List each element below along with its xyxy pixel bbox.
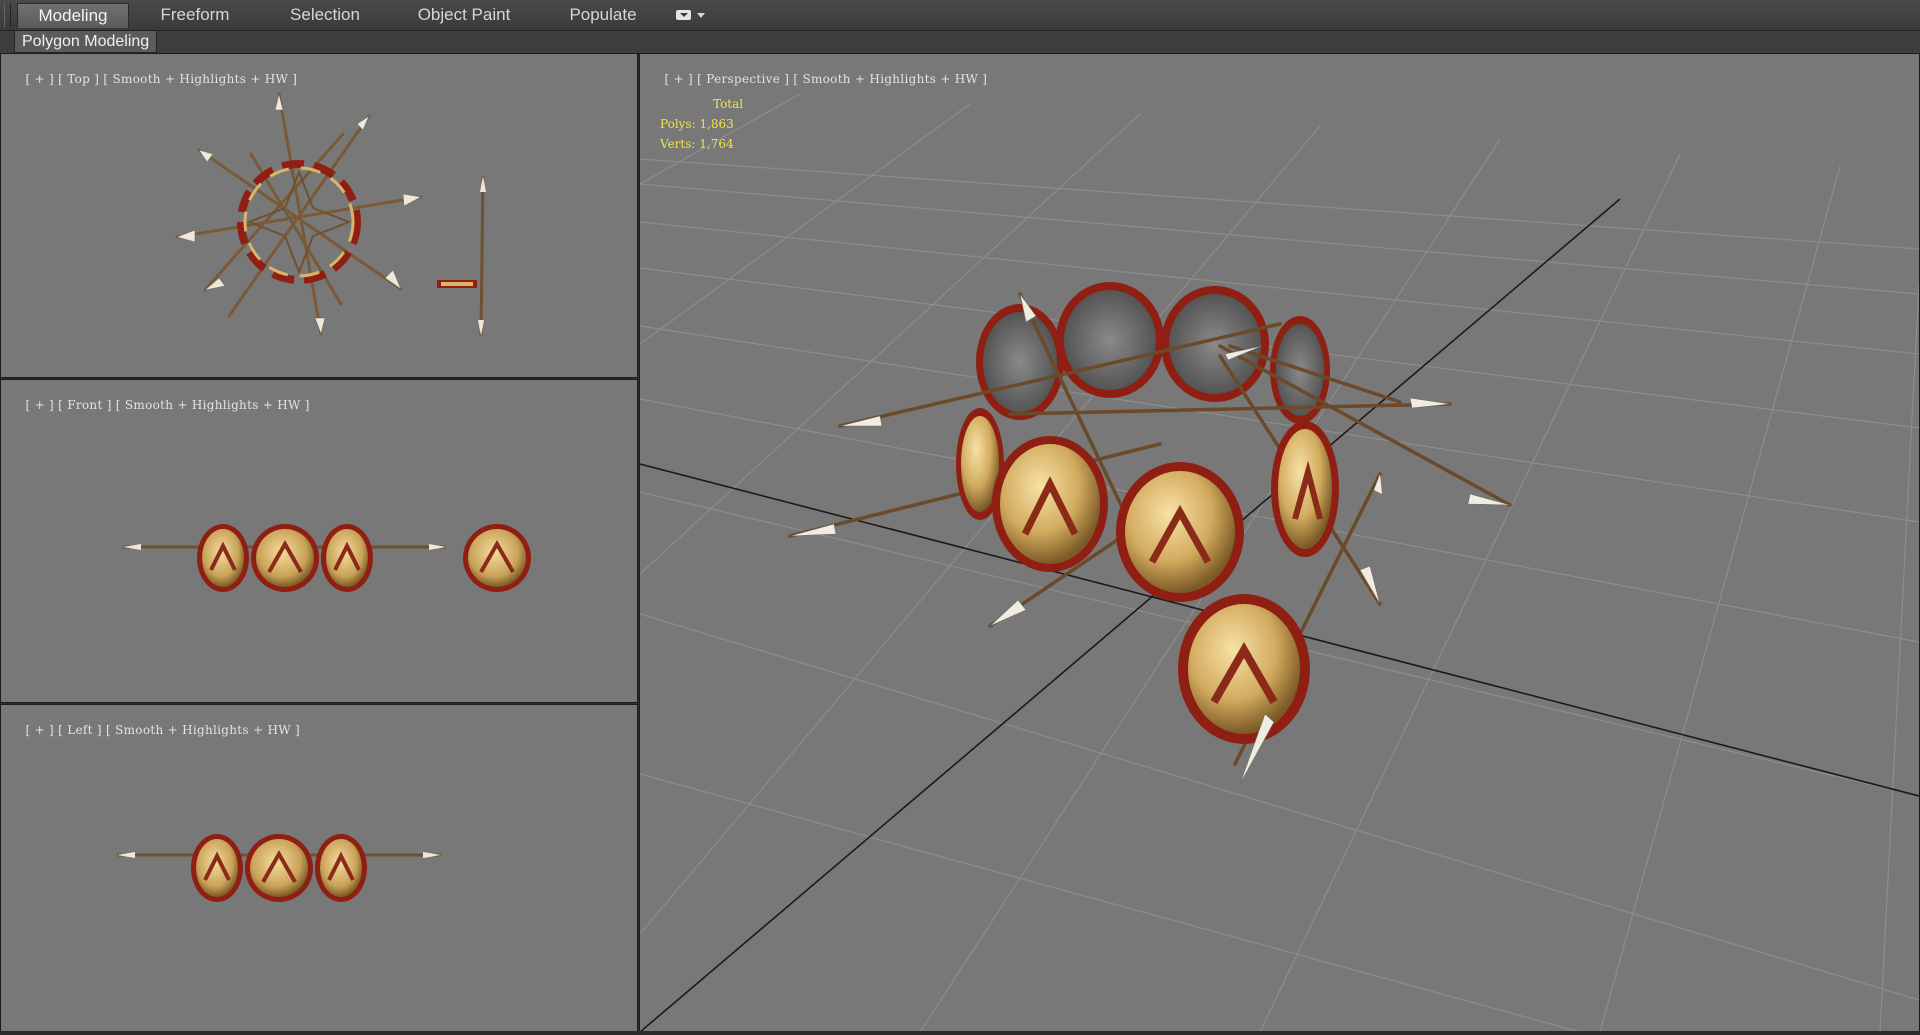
shield-ring <box>237 160 361 284</box>
viewport-left[interactable]: [ + ] [ Left ] [ Smooth + Highlights + H… <box>0 704 638 1033</box>
viewport-name-menu[interactable]: [ Front ] <box>58 398 112 412</box>
front-view-scene <box>123 524 531 592</box>
spear-tip <box>402 193 422 207</box>
tab-freeform[interactable]: Freeform <box>150 3 240 27</box>
shield-single-lambda <box>1178 594 1310 744</box>
left-view-scene <box>117 834 441 902</box>
spear-ring-assembly <box>788 282 1512 628</box>
perspective-scene <box>640 93 1919 1032</box>
spear-tip <box>384 269 402 290</box>
shield-back <box>1161 286 1269 402</box>
spear-ring-top-icon <box>175 92 423 336</box>
viewport-menu-plus[interactable]: [ + ] <box>25 72 54 86</box>
viewport-name-menu[interactable]: [ Top ] <box>58 72 99 86</box>
tab-modeling[interactable]: Modeling <box>17 3 129 28</box>
viewport-name-menu[interactable]: [ Perspective ] <box>697 72 789 86</box>
viewport-shading-menu[interactable]: [ Smooth + Highlights + HW ] <box>793 72 987 86</box>
viewport-shading-menu[interactable]: [ Smooth + Highlights + HW ] <box>116 398 310 412</box>
shield-front-single <box>463 524 531 592</box>
ribbon-options-icon <box>676 10 691 20</box>
spear-tip <box>989 599 1027 627</box>
shield-back <box>1056 282 1164 398</box>
spear-tip <box>314 317 326 336</box>
stats-verts: Verts: 1,764 <box>660 137 734 151</box>
single-shield-top-icon <box>437 175 486 337</box>
ribbon-options-dropdown[interactable] <box>676 8 712 23</box>
shield-left <box>315 834 367 902</box>
shield-left <box>245 834 313 902</box>
spear-tip <box>789 523 837 537</box>
viewport-label-front: [ + ] [ Front ] [ Smooth + Highlights + … <box>9 384 310 426</box>
spear-tip <box>1467 493 1511 506</box>
ribbon-bar: Modeling Freeform Selection Object Paint… <box>0 0 1920 31</box>
viewport-label-left: [ + ] [ Left ] [ Smooth + Highlights + H… <box>9 709 300 751</box>
viewport-shading-menu[interactable]: [ Smooth + Highlights + HW ] <box>103 72 297 86</box>
spear-tip <box>356 115 370 131</box>
spear-tip <box>1359 565 1381 605</box>
spear-tip <box>198 149 214 163</box>
spear-tip <box>176 229 196 243</box>
spear-tip <box>839 415 883 427</box>
stats-polys: Polys: 1,863 <box>660 117 734 131</box>
ribbon-subpanel: Polygon Modeling <box>0 31 1920 54</box>
perspective-grid <box>640 93 1919 1032</box>
shield-left <box>191 834 243 902</box>
viewport-perspective[interactable]: [ + ] [ Perspective ] [ Smooth + Highlig… <box>639 53 1920 1033</box>
viewport-name-menu[interactable]: [ Left ] <box>58 723 102 737</box>
polygon-modeling-tab[interactable]: Polygon Modeling <box>14 31 158 53</box>
shield-front-lambda <box>1116 462 1244 602</box>
viewport-top[interactable]: [ + ] [ Top ] [ Smooth + Highlights + HW… <box>0 53 638 378</box>
viewport-shading-menu[interactable]: [ Smooth + Highlights + HW ] <box>106 723 300 737</box>
viewport-menu-plus[interactable]: [ + ] <box>25 723 54 737</box>
ribbon-grip-handle[interactable] <box>4 3 11 27</box>
viewport-label-top: [ + ] [ Top ] [ Smooth + Highlights + HW… <box>9 58 297 100</box>
tab-selection[interactable]: Selection <box>278 3 372 27</box>
shield-front <box>251 524 319 592</box>
tab-object-paint[interactable]: Object Paint <box>412 3 516 27</box>
stats-total-header: Total <box>713 97 744 111</box>
viewport-front[interactable]: [ + ] [ Front ] [ Smooth + Highlights + … <box>0 379 638 703</box>
shield-front-right <box>1271 421 1339 557</box>
tab-populate[interactable]: Populate <box>562 3 644 27</box>
shield-front <box>321 524 373 592</box>
spear-tip <box>1409 397 1451 409</box>
chevron-down-icon <box>697 13 705 18</box>
statistics-overlay: Total Polys: 1,863 Verts: 1,764 <box>660 94 743 154</box>
viewport-menu-plus[interactable]: [ + ] <box>25 398 54 412</box>
shield-front <box>197 524 249 592</box>
bottom-border <box>0 1031 1920 1035</box>
top-view-scene <box>175 92 486 337</box>
shield-front-lambda <box>992 436 1108 572</box>
viewport-menu-plus[interactable]: [ + ] <box>664 72 693 86</box>
